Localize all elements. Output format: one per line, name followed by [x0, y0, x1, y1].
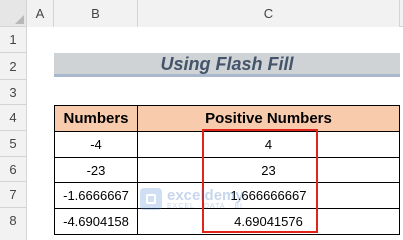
positive-numbers-cell[interactable]: 4 [137, 131, 400, 158]
row-header-6[interactable]: 6 [0, 157, 27, 182]
row-header-8[interactable]: 8 [0, 208, 27, 240]
header-cell-numbers[interactable]: Numbers [54, 105, 138, 132]
row-header-4[interactable]: 4 [0, 105, 27, 131]
spreadsheet: A B C 1 2 3 4 5 6 7 8 Using Flash Fill N… [0, 0, 403, 240]
row-header-1[interactable]: 1 [0, 27, 27, 53]
column-header-c[interactable]: C [138, 0, 400, 27]
row-header-3[interactable]: 3 [0, 80, 27, 105]
numbers-cell[interactable]: -4 [54, 131, 138, 158]
row-header-7[interactable]: 7 [0, 182, 27, 208]
numbers-cell[interactable]: -1.6666667 [54, 182, 138, 209]
positive-numbers-cell[interactable]: 23 [137, 157, 400, 183]
row-header-5[interactable]: 5 [0, 131, 27, 157]
column-header-b[interactable]: B [54, 0, 138, 27]
positive-numbers-cell[interactable]: 1.666666667 [137, 182, 400, 209]
column-header-a[interactable]: A [27, 0, 54, 27]
numbers-cell[interactable]: -4.6904158 [54, 208, 138, 235]
positive-numbers-cell[interactable]: 4.69041576 [137, 208, 400, 235]
select-all-corner[interactable] [0, 0, 27, 27]
header-cell-positive-numbers[interactable]: Positive Numbers [137, 105, 400, 132]
sheet-title: Using Flash Fill [54, 53, 400, 77]
row-header-2[interactable]: 2 [0, 53, 27, 80]
numbers-cell[interactable]: -23 [54, 157, 138, 183]
